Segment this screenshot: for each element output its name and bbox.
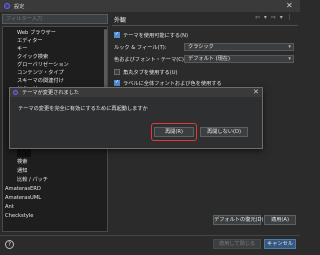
mixed-fonts-label: ラベルに全体フォントおよび色を使用する bbox=[123, 81, 222, 87]
dont-restart-button[interactable]: 再開しない(D) bbox=[200, 127, 248, 137]
highlight-frame bbox=[151, 123, 197, 141]
rounded-tabs-checkbox[interactable] bbox=[114, 69, 120, 75]
close-icon[interactable]: ✕ bbox=[286, 1, 293, 10]
tree-item[interactable]: コンテンツ・タイプ bbox=[17, 69, 107, 77]
filter-input[interactable] bbox=[2, 14, 108, 24]
app-logo-icon bbox=[4, 3, 10, 9]
tree-item[interactable]: スキーマの関連付け bbox=[17, 77, 107, 85]
color-font-theme-value: デフォルト (現在) bbox=[188, 56, 231, 62]
apply-button[interactable]: 適用(A) bbox=[264, 215, 296, 225]
look-and-feel-label: ルック & フィール(T): bbox=[114, 45, 167, 51]
dialog-title: テーマが変更されました bbox=[22, 90, 80, 96]
tree-item[interactable]: キー bbox=[17, 45, 107, 53]
tree-item[interactable]: 通知 bbox=[17, 167, 107, 175]
color-font-theme-select[interactable]: デフォルト (現在) ▾ bbox=[184, 55, 294, 63]
chevron-down-icon: ▾ bbox=[288, 44, 291, 50]
theme-changed-dialog: テーマが変更されました ✕ テーマの変更を完全に有効にするために再起動しますか bbox=[9, 87, 263, 149]
app-logo-icon bbox=[13, 90, 18, 95]
enable-theming-checkbox[interactable] bbox=[114, 31, 120, 38]
footer-divider bbox=[0, 235, 300, 236]
nav-arrows-icon[interactable]: ⇦ ▾ ⇨ ▾ ⋮ bbox=[255, 14, 294, 21]
tree-item[interactable]: クイック検索 bbox=[17, 53, 107, 61]
tree-item[interactable]: Ant bbox=[5, 203, 101, 211]
tree-item[interactable]: Checkstyle bbox=[5, 212, 101, 220]
tree-item[interactable] bbox=[17, 149, 31, 157]
enable-theming-label: テーマを使用可能にする(N) bbox=[123, 33, 189, 39]
tree-item[interactable]: 比較 / パッチ bbox=[17, 176, 107, 184]
apply-and-close-button[interactable]: 適用して閉じる bbox=[213, 239, 261, 249]
cancel-button[interactable]: キャンセル bbox=[264, 239, 296, 249]
tree-item[interactable]: エディター bbox=[17, 37, 107, 45]
look-and-feel-value: クラシック bbox=[188, 44, 214, 50]
tree-item[interactable]: 検索 bbox=[17, 158, 107, 166]
window-titlebar: 設定 ✕ bbox=[0, 0, 300, 12]
tree-item[interactable]: グローバリゼーション bbox=[17, 61, 107, 69]
tree-item[interactable]: AmaterasUML bbox=[5, 194, 101, 202]
restore-defaults-button[interactable]: デフォルトの復元(D) bbox=[213, 215, 264, 225]
tree-item[interactable]: AmaterasERD bbox=[5, 185, 101, 193]
close-icon[interactable]: ✕ bbox=[253, 88, 259, 96]
header-divider bbox=[112, 25, 298, 26]
window-title: 設定 bbox=[14, 4, 25, 10]
mixed-fonts-checkbox[interactable] bbox=[114, 79, 120, 86]
tree-item[interactable]: Web ブラウザー bbox=[17, 29, 107, 37]
chevron-down-icon: ▾ bbox=[288, 56, 291, 62]
dialog-message: テーマの変更を完全に有効にするために再起動しますか bbox=[18, 106, 148, 112]
rounded-tabs-label: 角丸タブを使用する(U) bbox=[123, 70, 178, 76]
help-icon[interactable]: ? bbox=[5, 240, 14, 249]
dialog-titlebar: テーマが変更されました ✕ bbox=[10, 88, 262, 97]
page-title: 外観 bbox=[114, 17, 127, 24]
look-and-feel-select[interactable]: クラシック ▾ bbox=[184, 43, 294, 51]
color-font-theme-label: 色およびフォント・テーマ(C): bbox=[114, 57, 186, 63]
